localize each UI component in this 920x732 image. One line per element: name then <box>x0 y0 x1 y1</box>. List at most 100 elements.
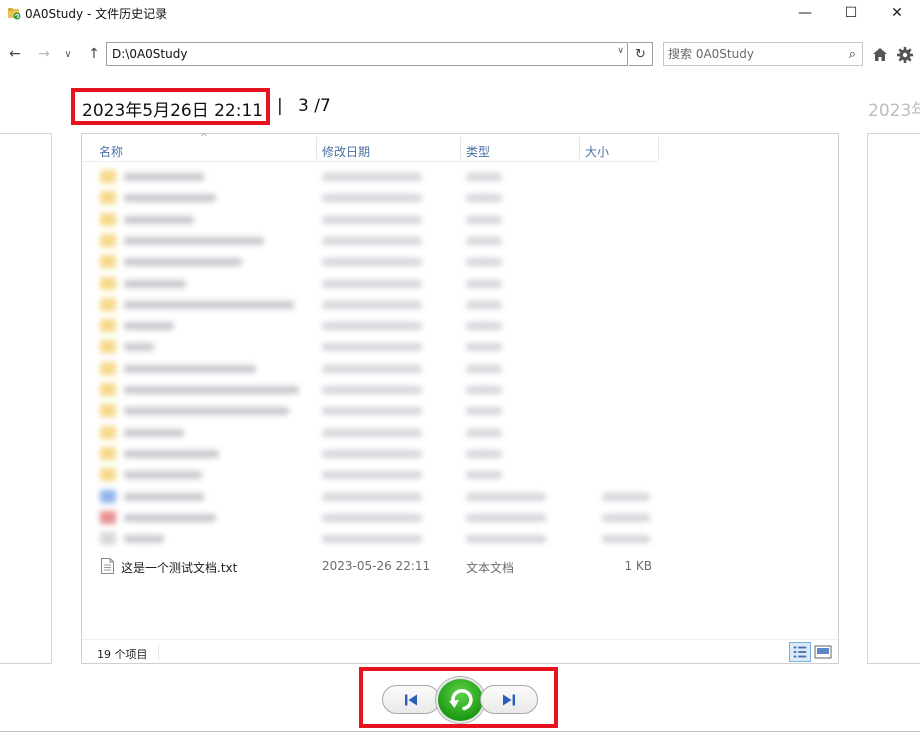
folder-icon <box>100 446 116 460</box>
file-icon <box>100 510 116 524</box>
blurred-list-item[interactable] <box>82 464 838 485</box>
column-divider[interactable] <box>460 137 461 159</box>
blurred-list-item[interactable] <box>82 166 838 187</box>
next-version-button[interactable] <box>480 685 538 714</box>
title-bar: 0A0Study - 文件历史记录 — ☐ ✕ <box>0 0 920 26</box>
previous-snapshot-pane[interactable] <box>0 133 52 664</box>
blurred-type <box>466 258 502 267</box>
blurred-list-item[interactable] <box>82 251 838 272</box>
recent-locations-button[interactable]: ∨ <box>60 43 76 65</box>
blurred-name <box>124 407 289 416</box>
search-box[interactable]: ⌕ <box>663 42 863 66</box>
blurred-size <box>602 513 650 522</box>
table-row[interactable]: 这是一个测试文档.txt 2023-05-26 22:11 文本文档 1 KB <box>82 555 838 577</box>
column-header-type[interactable]: 类型 <box>466 143 490 160</box>
blurred-size <box>602 492 650 501</box>
blurred-date <box>322 407 422 416</box>
column-header-size[interactable]: 大小 <box>585 143 609 160</box>
blurred-name <box>124 513 216 522</box>
blurred-list-item[interactable] <box>82 230 838 251</box>
column-header-name[interactable]: 名称 <box>99 143 123 160</box>
snapshot-date: 2023年5月26日 22:11 <box>82 101 264 121</box>
blurred-type <box>466 194 502 203</box>
folder-icon <box>100 383 116 396</box>
search-input[interactable] <box>668 46 838 62</box>
column-header-modified[interactable]: 修改日期 <box>322 143 370 160</box>
back-button[interactable]: ← <box>4 43 26 65</box>
blurred-type <box>466 492 546 501</box>
maximize-button[interactable]: ☐ <box>828 0 874 26</box>
blurred-name <box>124 322 174 331</box>
address-text[interactable]: D:\0A0Study <box>112 47 187 61</box>
blurred-type <box>466 364 502 373</box>
blurred-date <box>322 215 422 224</box>
next-snapshot-pane[interactable] <box>867 133 920 664</box>
header-separator <box>82 161 658 162</box>
minimize-button[interactable]: — <box>782 0 828 26</box>
blurred-type <box>466 173 502 181</box>
blurred-list-item[interactable] <box>82 315 838 336</box>
blurred-list-item[interactable] <box>82 209 838 230</box>
blurred-name <box>124 535 164 544</box>
blurred-list-item[interactable] <box>82 336 838 357</box>
folder-icon <box>100 319 116 333</box>
details-view-icon[interactable] <box>789 642 811 662</box>
folder-icon <box>100 361 116 375</box>
blurred-list-item[interactable] <box>82 528 838 549</box>
large-icons-view-icon[interactable] <box>814 644 832 660</box>
forward-button[interactable]: → <box>33 43 55 65</box>
column-divider[interactable] <box>579 137 580 159</box>
column-divider[interactable] <box>316 137 317 159</box>
blurred-list-item[interactable] <box>82 379 838 400</box>
blurred-list-item[interactable] <box>82 400 838 421</box>
folder-icon <box>100 297 116 311</box>
file-type: 文本文档 <box>466 561 515 575</box>
blurred-list-item[interactable] <box>82 187 838 208</box>
blurred-list-item[interactable] <box>82 358 838 379</box>
folder-icon <box>100 404 116 418</box>
next-snapshot-date[interactable]: 2023年 <box>868 96 920 121</box>
blurred-name <box>124 492 204 501</box>
blurred-list-item[interactable] <box>82 486 838 507</box>
blurred-date <box>322 513 422 522</box>
up-button[interactable]: ↑ <box>84 43 104 65</box>
refresh-button[interactable]: ↻ <box>629 42 653 66</box>
blurred-date <box>322 322 422 331</box>
blurred-type <box>466 471 502 480</box>
home-icon[interactable] <box>871 46 889 64</box>
blurred-name <box>124 386 299 394</box>
window-title: 0A0Study - 文件历史记录 <box>25 7 168 21</box>
folder-icon <box>100 340 116 354</box>
blurred-date <box>322 258 422 267</box>
blurred-list-item[interactable] <box>82 294 838 315</box>
sort-ascending-icon: ^ <box>200 133 208 143</box>
blurred-date <box>322 386 422 394</box>
blurred-name <box>124 258 242 267</box>
blurred-type <box>466 343 502 352</box>
close-button[interactable]: ✕ <box>874 0 920 26</box>
restore-button[interactable] <box>436 677 485 723</box>
blurred-name <box>124 194 216 203</box>
search-icon[interactable]: ⌕ <box>849 47 856 62</box>
previous-version-button[interactable] <box>382 685 440 714</box>
file-modified: 2023-05-26 22:11 <box>322 559 431 573</box>
folder-icon <box>100 233 116 247</box>
folder-icon <box>100 170 116 183</box>
blurred-date <box>322 279 422 288</box>
blurred-list-item[interactable] <box>82 422 838 443</box>
snapshot-position: 3 /7 <box>298 96 331 116</box>
blurred-list-item[interactable] <box>82 507 838 528</box>
folder-icon <box>100 255 116 269</box>
blurred-type <box>466 449 502 458</box>
address-dropdown-icon[interactable]: ∨ <box>617 46 624 56</box>
blurred-list-item[interactable] <box>82 443 838 464</box>
column-divider[interactable] <box>658 137 659 159</box>
file-icon <box>100 489 116 503</box>
status-divider <box>158 644 159 660</box>
navigation-bar: ← → ∨ ↑ D:\0A0Study ∨ ↻ ⌕ <box>0 38 920 70</box>
blurred-date <box>322 428 422 437</box>
blurred-list-item[interactable] <box>82 273 838 294</box>
address-bar[interactable]: D:\0A0Study ∨ <box>106 42 628 66</box>
status-separator <box>82 639 838 640</box>
gear-icon[interactable] <box>896 46 914 64</box>
